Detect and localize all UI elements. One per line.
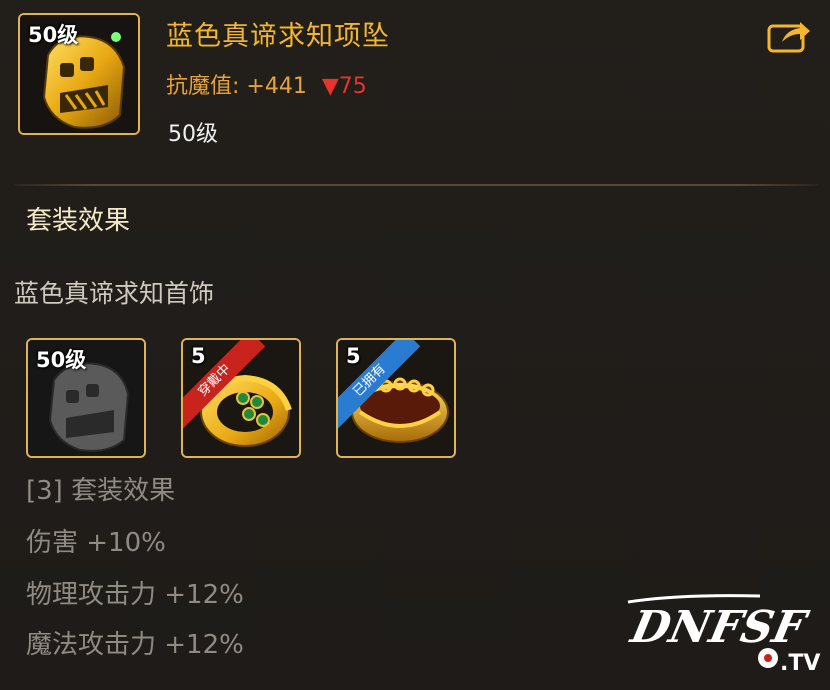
piece-level-tag: 50级: [36, 348, 87, 372]
stat-change-down: ▼75: [321, 74, 367, 99]
watermark-suffix: .TV: [780, 651, 820, 676]
site-watermark: DNFSF .TV: [620, 590, 825, 685]
set-bonus-header: [3] 套装效果: [26, 476, 176, 506]
required-level: 50级: [168, 122, 218, 147]
item-tooltip-panel: 50级 蓝色真谛求知项坠 抗魔值: +441 ▼75 50级 套装效果 蓝色真谛…: [0, 0, 830, 690]
dnfsf-logo-icon: DNFSF .TV: [625, 594, 820, 676]
set-bonus-line: 物理攻击力 +12%: [26, 580, 244, 610]
share-button[interactable]: [766, 18, 812, 54]
set-piece-necklace[interactable]: 50级: [26, 338, 146, 458]
set-piece-bracelet[interactable]: 5 穿戴中: [181, 338, 301, 458]
set-piece-ring[interactable]: 5 已拥有: [336, 338, 456, 458]
set-effect-title: 套装效果: [26, 206, 131, 236]
piece-level-tag: 5: [346, 344, 361, 368]
set-bonus-line: 伤害 +10%: [26, 528, 166, 558]
piece-level-tag: 5: [191, 344, 206, 368]
set-name: 蓝色真谛求知首饰: [14, 279, 215, 308]
set-bonus-line: 魔法攻击力 +12%: [26, 630, 244, 660]
stat-value: +441: [246, 74, 307, 99]
section-divider: [14, 184, 818, 186]
stat-label: 抗魔值:: [166, 74, 240, 99]
stat-line: 抗魔值: +441 ▼75: [166, 68, 367, 100]
watermark-logo-text: DNFSF: [625, 601, 814, 652]
item-name: 蓝色真谛求知项坠: [166, 21, 390, 52]
item-level-tag: 50级: [28, 23, 79, 47]
necklace-item-icon[interactable]: 50级: [18, 13, 140, 135]
share-icon: [767, 22, 810, 53]
